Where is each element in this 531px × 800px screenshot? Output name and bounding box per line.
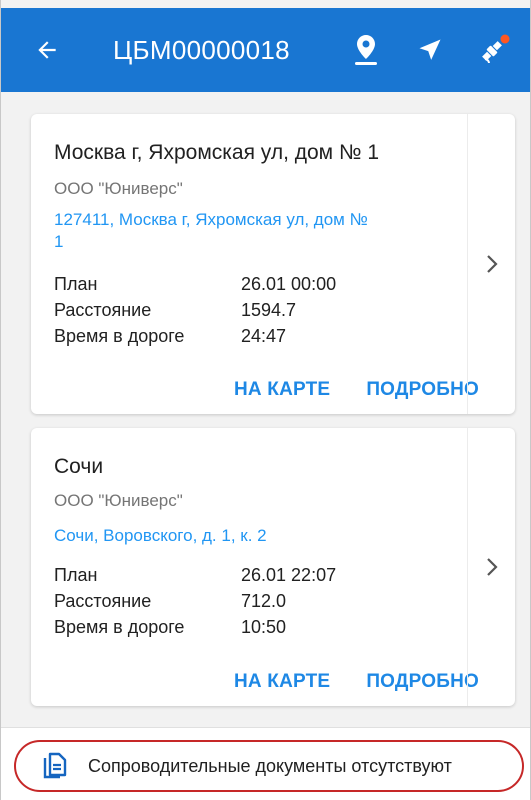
app-bar: ЦБМ00000018: [1, 8, 530, 92]
back-arrow-icon: [38, 41, 56, 59]
page-title: ЦБМ00000018: [113, 34, 290, 65]
travel-time-label: Время в дороге: [54, 326, 185, 346]
satellite-icon: [482, 34, 510, 64]
chevron-right-icon: [486, 255, 498, 273]
card-actions: НА КАРТЕ ПОДРОБНО: [234, 671, 479, 693]
travel-time-value: 24:47: [241, 326, 287, 346]
show-on-map-button[interactable]: НА КАРТЕ: [234, 379, 330, 401]
open-stop-button[interactable]: [467, 428, 515, 706]
route-stop-list: Москва г, Яхромская ул, дом № 1 ООО "Юни…: [1, 92, 530, 727]
stop-address-line1: Сочи, Воровского, д. 1, к. 2: [54, 526, 267, 545]
distance-value: 1594.7: [241, 300, 297, 320]
travel-time-label: Время в дороге: [54, 617, 185, 637]
distance-row: Расстояние 712.0: [54, 588, 336, 614]
stop-card[interactable]: Москва г, Яхромская ул, дом № 1 ООО "Юни…: [31, 114, 515, 414]
stop-organization: ООО "Юниверс": [54, 491, 183, 510]
documents-button[interactable]: Сопроводительные документы отсутствуют: [14, 740, 524, 792]
card-actions: НА КАРТЕ ПОДРОБНО: [234, 379, 479, 401]
stop-address-line1: 127411, Москва г, Яхромская ул, дом №: [54, 210, 368, 229]
distance-row: Расстояние 1594.7: [54, 297, 336, 323]
plan-value: 26.01 22:07: [241, 565, 337, 585]
plan-row: План 26.01 22:07: [54, 562, 336, 588]
stop-info-rows: План 26.01 00:00 Расстояние 1594.7 Время…: [54, 271, 336, 349]
documents-footer: Сопроводительные документы отсутствуют: [1, 727, 530, 800]
travel-time-row: Время в дороге 24:47: [54, 323, 336, 349]
show-on-map-button[interactable]: НА КАРТЕ: [234, 671, 330, 693]
stop-address[interactable]: 127411, Москва г, Яхромская ул, дом № 1: [54, 209, 454, 253]
plan-row: План 26.01 00:00: [54, 271, 336, 297]
open-stop-button[interactable]: [467, 114, 515, 414]
map-pin-icon: [355, 35, 377, 65]
chevron-right-icon: [486, 558, 498, 576]
plan-label: План: [54, 565, 98, 585]
screen: ЦБМ00000018 Москва г, Яхромская ул, дом …: [0, 0, 531, 800]
notification-badge: [500, 34, 510, 44]
stop-name: Москва г, Яхромская ул, дом № 1: [54, 141, 379, 164]
document-copy-icon: [40, 751, 70, 781]
travel-time-value: 10:50: [241, 617, 287, 637]
details-button[interactable]: ПОДРОБНО: [366, 379, 479, 401]
stop-card[interactable]: Сочи ООО "Юниверс" Сочи, Воровского, д. …: [31, 428, 515, 706]
navigation-arrow-icon: [419, 39, 441, 60]
back-button[interactable]: [13, 8, 81, 92]
stop-info-rows: План 26.01 22:07 Расстояние 712.0 Время …: [54, 562, 336, 640]
travel-time-row: Время в дороге 10:50: [54, 614, 336, 640]
plan-value: 26.01 00:00: [241, 274, 337, 294]
stop-organization: ООО "Юниверс": [54, 179, 183, 198]
distance-label: Расстояние: [54, 300, 152, 320]
details-button[interactable]: ПОДРОБНО: [366, 671, 479, 693]
navigation-button[interactable]: [398, 8, 462, 92]
documents-status-text: Сопроводительные документы отсутствуют: [88, 755, 452, 776]
distance-value: 712.0: [241, 591, 287, 611]
stop-name: Сочи: [54, 455, 104, 478]
map-pin-button[interactable]: [334, 8, 398, 92]
stop-address-line2: 1: [54, 232, 64, 251]
plan-label: План: [54, 274, 98, 294]
distance-label: Расстояние: [54, 591, 152, 611]
satellite-button[interactable]: [462, 8, 526, 92]
stop-address[interactable]: Сочи, Воровского, д. 1, к. 2: [54, 525, 454, 547]
